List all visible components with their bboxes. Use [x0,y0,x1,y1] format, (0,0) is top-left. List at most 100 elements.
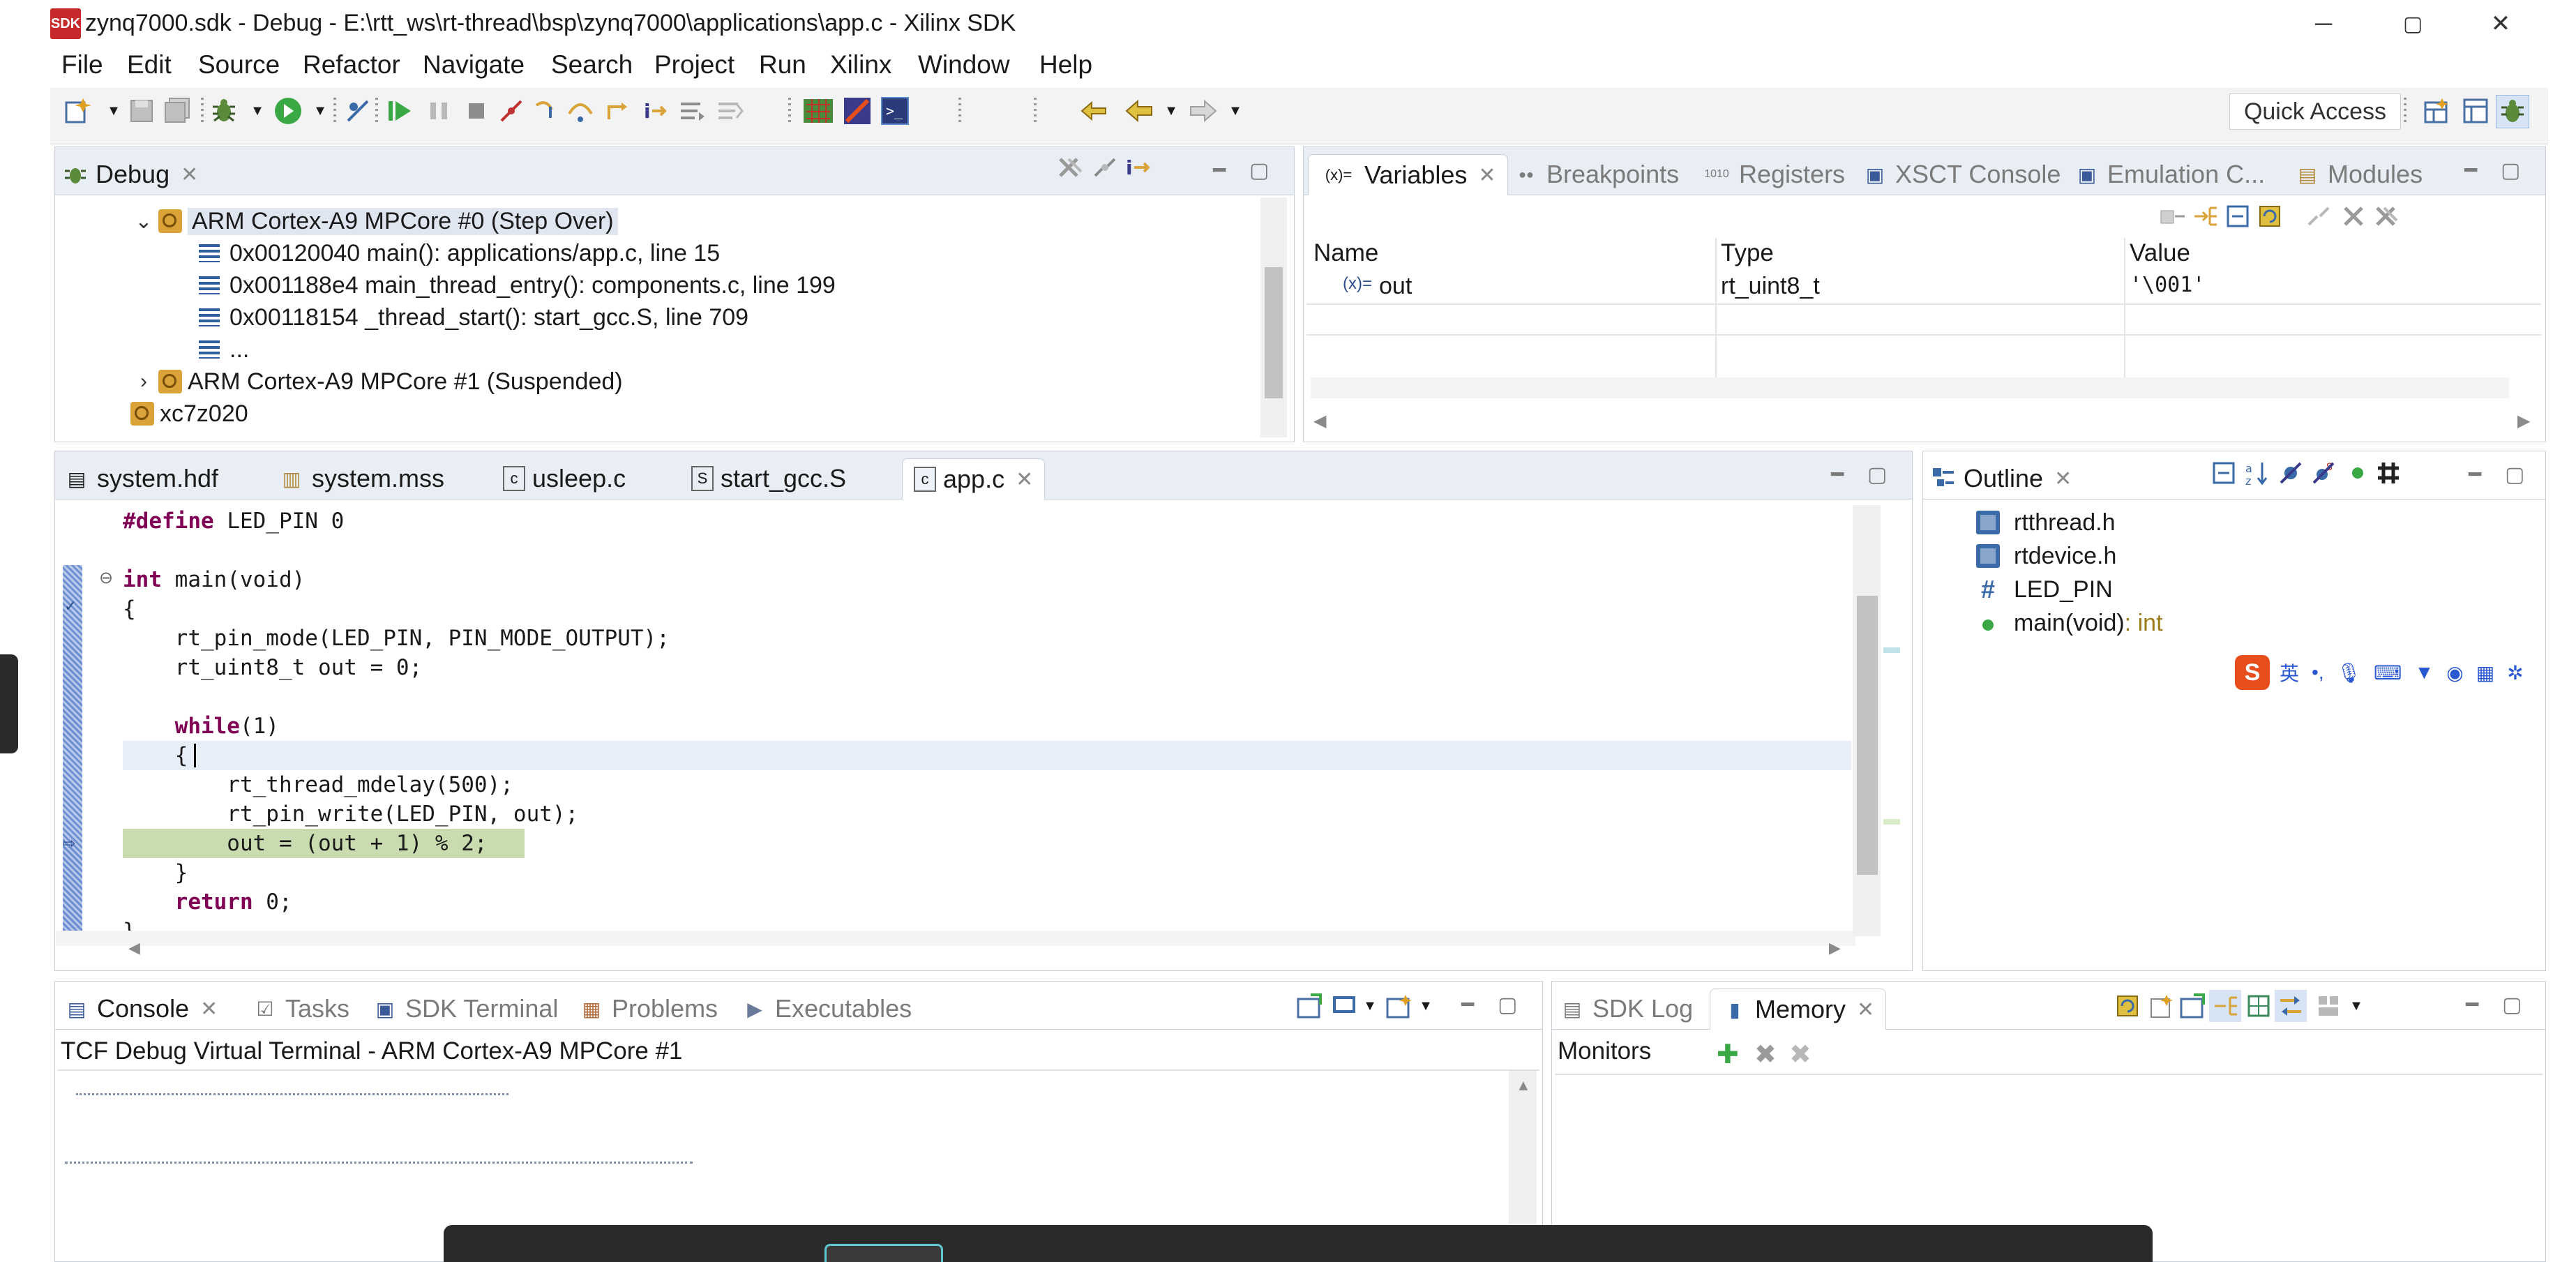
remove-monitor-icon[interactable]: ✖ [1754,1039,1777,1070]
link-icon[interactable] [2303,200,2335,232]
refresh-memory-icon[interactable] [2111,990,2144,1022]
instruction-step-mode-icon[interactable]: i [1122,151,1154,183]
stack-frame[interactable]: 0x00120040 main(): applications/app.c, l… [199,238,720,269]
close-icon[interactable]: ✕ [1857,998,1874,1022]
console-dropdown-icon[interactable]: ▼ [1354,990,1386,1022]
run-dropdown-icon[interactable]: ▼ [304,95,336,127]
back-icon[interactable] [1123,95,1155,127]
tree-item-core0[interactable]: ⌄ ARM Cortex-A9 MPCore #0 (Step Over) [133,206,618,236]
save-all-icon[interactable] [162,95,194,127]
maximize-view-icon[interactable]: ▢ [1249,158,1269,183]
minimize-view-icon[interactable]: ━ [2469,463,2481,487]
fold-collapse-icon[interactable]: ⊖ [99,568,113,588]
restore-button[interactable]: ▢ [2374,4,2451,43]
maximize-view-icon[interactable]: ▢ [2501,158,2520,183]
sogou-logo-icon[interactable]: S [2235,655,2270,690]
remove-all-terminated-icon[interactable] [1054,151,1086,183]
ime-toolbar[interactable]: S 英 •, 🎙︎ ⌨︎ ▼ ◉ ▦ ✲ [2235,654,2529,691]
open-console-icon[interactable] [1294,990,1326,1022]
scroll-right-icon[interactable]: ▶ [1829,939,1841,957]
menu-source[interactable]: Source [198,50,280,80]
tab-console[interactable]: ▤ Console ✕ [63,989,218,1029]
toggle-memory-monitors-icon[interactable] [2275,990,2307,1022]
tab-usleep-c[interactable]: c usleep.c [503,458,626,499]
punctuation-icon[interactable]: •, [2312,661,2324,684]
tab-emulation-console[interactable]: ▣ Emulation C... [2074,154,2265,195]
instruction-stepping-icon[interactable]: i [639,95,671,127]
outline-item-include[interactable]: rtdevice.h [1976,541,2116,571]
launch-shell-icon[interactable] [841,95,873,127]
code-editor[interactable] [57,500,1856,947]
program-fpga-icon[interactable] [802,95,834,127]
show-type-names-icon[interactable] [2157,200,2190,232]
close-icon[interactable]: ✕ [2054,467,2072,491]
close-icon[interactable]: ✕ [181,163,198,187]
microphone-icon[interactable]: 🎙︎ [2337,661,2362,684]
step-over-icon[interactable] [565,95,597,127]
close-icon[interactable]: ✕ [200,997,218,1021]
close-icon[interactable]: ✕ [1478,163,1496,188]
use-step-filters-icon[interactable] [677,95,709,127]
resume-icon[interactable] [384,95,416,127]
new-icon[interactable] [61,95,93,127]
outline-item-function[interactable]: main(void) : int [1976,608,2163,638]
next-annotation-icon[interactable] [1078,95,1110,127]
variable-name[interactable]: out [1379,273,1412,300]
tab-outline[interactable]: Outline ✕ [1930,458,2072,499]
hide-fields-icon[interactable] [2275,457,2307,489]
tab-executables[interactable]: ▶ Executables [741,989,912,1029]
assistant-icon[interactable]: ◉ [2446,661,2463,684]
tree-item-target[interactable]: xc7z020 [130,398,248,429]
run-icon[interactable] [272,95,304,127]
minimize-view-icon[interactable]: ━ [1213,158,1226,183]
open-perspective-icon[interactable] [2420,95,2453,127]
scrollbar-thumb[interactable] [1265,267,1283,398]
tab-sdk-log[interactable]: ▤ SDK Log [1559,989,1693,1029]
minimize-view-icon[interactable]: ━ [1831,463,1844,487]
minimize-view-icon[interactable]: ━ [2466,993,2478,1017]
show-logical-structure-icon[interactable] [2190,200,2222,232]
menu-run[interactable]: Run [759,50,806,80]
outline-item-macro[interactable]: # LED_PIN [1976,574,2113,605]
suspend-icon[interactable] [423,95,455,127]
debug-dropdown-icon[interactable]: ▼ [241,95,273,127]
stack-frame[interactable]: 0x00118154 _thread_start(): start_gcc.S,… [199,302,748,333]
menu-search[interactable]: Search [551,50,633,80]
tab-tasks[interactable]: ☑ Tasks [252,989,349,1029]
taskbar-button[interactable] [824,1244,943,1262]
column-divider[interactable] [1715,238,1717,377]
column-header-name[interactable]: Name [1313,239,1378,267]
scroll-right-icon[interactable]: ▶ [2517,411,2530,431]
add-monitor-icon[interactable]: ✚ [1717,1039,1739,1070]
overview-marker[interactable] [1883,647,1900,653]
column-header-value[interactable]: Value [2130,239,2190,267]
detail-pane[interactable] [1311,377,2509,398]
drop-to-frame-icon[interactable] [714,95,746,127]
editor-horizontal-scrollbar[interactable] [56,931,1855,946]
column-header-type[interactable]: Type [1721,239,1774,267]
outline-item-include[interactable]: rtthread.h [1976,507,2116,538]
minimize-view-icon[interactable]: ━ [1461,993,1474,1017]
tab-system-hdf[interactable]: ▤ system.hdf [63,458,218,499]
save-icon[interactable] [126,95,158,127]
maximize-view-icon[interactable]: ▢ [2505,463,2524,487]
menu-refactor[interactable]: Refactor [303,50,400,80]
tab-modules[interactable]: ▤ Modules [2294,154,2423,195]
menu-navigate[interactable]: Navigate [423,50,525,80]
tab-app-c[interactable]: c app.c ✕ [902,458,1046,499]
tab-problems[interactable]: ▦ Problems [578,989,718,1029]
menu-edit[interactable]: Edit [127,50,172,80]
tab-memory[interactable]: ▮ Memory ✕ [1710,989,1887,1030]
tab-start-gcc-s[interactable]: S start_gcc.S [691,458,846,499]
xsct-console-icon[interactable]: >_ [879,95,911,127]
tab-breakpoints[interactable]: ●● Breakpoints [1513,154,1679,195]
chevron-right-icon[interactable]: › [133,370,154,393]
menu-xilinx[interactable]: Xilinx [830,50,891,80]
skin-icon[interactable]: ▼ [2415,661,2434,684]
minimize-view-icon[interactable]: ━ [2464,158,2477,183]
tab-xsct-console[interactable]: ▣ XSCT Console [1862,154,2061,195]
scroll-left-icon[interactable]: ◀ [128,939,140,957]
sort-icon[interactable]: az [2241,457,2273,489]
debug-bug-icon[interactable] [208,95,240,127]
disconnect-icon[interactable] [495,95,527,127]
